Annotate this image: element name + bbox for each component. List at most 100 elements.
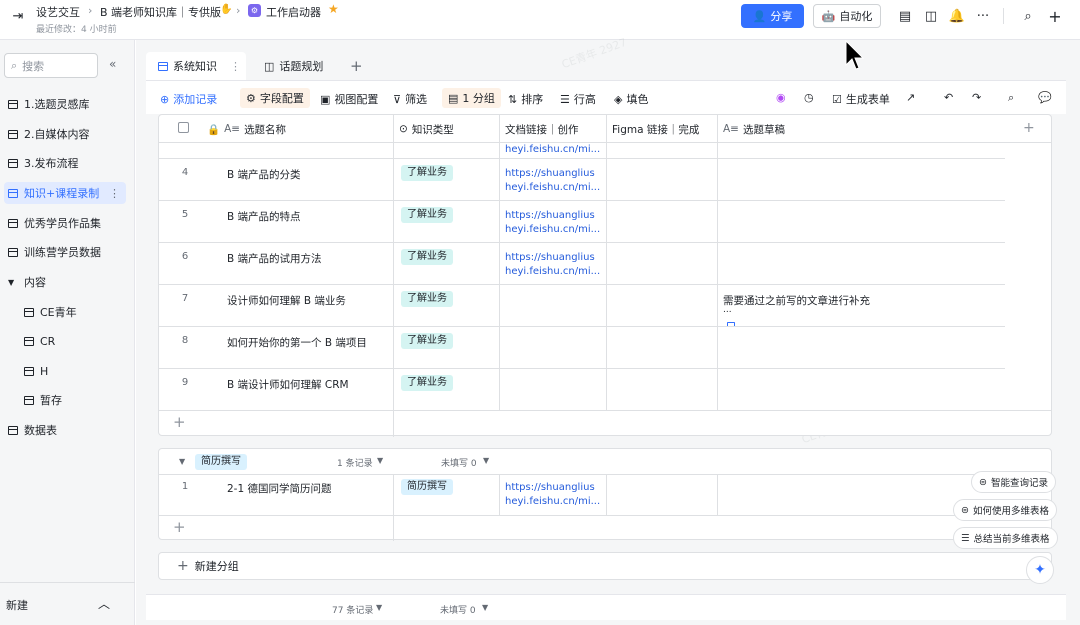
row-divider	[159, 474, 1051, 475]
search-records-icon[interactable]: ⌕	[1008, 91, 1014, 105]
footer-bar: 77 条记录 ▼ 未填写 0 ▼	[146, 594, 1066, 620]
add-view-icon[interactable]: +	[350, 57, 363, 75]
caret-down-icon[interactable]: ▼	[377, 456, 383, 465]
filter-button[interactable]: ⊽ 筛选	[393, 91, 427, 107]
field-config-button[interactable]: ⚙ 字段配置	[240, 88, 310, 108]
select-all-checkbox[interactable]	[178, 122, 189, 133]
ai-icon: ⊜	[961, 504, 969, 516]
title-cell[interactable]: 设计师如何理解 B 端业务	[227, 293, 346, 308]
title-cell[interactable]: B 端产品的特点	[227, 209, 301, 224]
add-row-icon[interactable]: +	[173, 518, 186, 536]
sidebar-item-publish-flow[interactable]: 3.发布流程	[4, 152, 126, 174]
summarize-button[interactable]: ☰ 总结当前多维表格	[953, 527, 1058, 549]
doc-link[interactable]: https://shuanglius	[505, 209, 603, 223]
tab-topic-planning[interactable]: ◫ 话题规划	[258, 52, 336, 80]
tab-system-knowledge[interactable]: 系统知识 ⋮	[146, 52, 246, 80]
how-to-use-button[interactable]: ⊜ 如何使用多维表格	[953, 499, 1057, 521]
title-cell[interactable]: B 端设计师如何理解 CRM	[227, 377, 349, 392]
undo-icon[interactable]: ↶	[944, 91, 953, 104]
more-icon[interactable]: ···	[973, 6, 993, 26]
doc-link[interactable]: heyi.feishu.cn/mi...	[505, 265, 603, 279]
fill-color-button[interactable]: ◈ 填色	[614, 91, 648, 107]
type-tag: 了解业务	[401, 375, 453, 391]
sidebar-item-camp-data[interactable]: 训练营学员数据	[4, 241, 126, 263]
column-header-title[interactable]: 🔒 A≡ 选题名称	[207, 115, 286, 143]
group-button[interactable]: ▤ 1 分组	[442, 88, 501, 108]
title-cell[interactable]: 如何开始你的第一个 B 端项目	[227, 335, 367, 350]
sidebar-item-knowledge[interactable]: 知识+课程录制 ⋮	[4, 182, 126, 204]
add-row-icon[interactable]: +	[173, 413, 186, 431]
caret-down-icon[interactable]: ▼	[376, 603, 382, 612]
sidebar-toggle-icon[interactable]: ⇥	[8, 6, 28, 26]
document-icon[interactable]: ▤	[895, 6, 915, 26]
star-icon[interactable]: ★	[328, 2, 339, 16]
column-header-type[interactable]: ⊙ 知识类型	[399, 115, 454, 143]
more-vertical-icon[interactable]: ⋮	[230, 60, 241, 73]
breadcrumb-workspace[interactable]: 设艺交互	[36, 4, 80, 20]
sidebar-folder-content[interactable]: ▼ 内容	[4, 271, 126, 293]
column-header-draft[interactable]: A≡ 选题草稿	[723, 115, 785, 143]
title-cell[interactable]: B 端产品的试用方法	[227, 251, 322, 266]
ai-assistant-icon[interactable]: ◉	[776, 91, 786, 104]
caret-down-icon[interactable]: ▼	[482, 603, 488, 612]
share-arrow-icon[interactable]: ↗	[906, 91, 915, 104]
new-group-button[interactable]: + 新建分组	[158, 552, 1052, 580]
sidebar-item-temp[interactable]: 暂存	[20, 389, 126, 411]
ai-sparkle-button[interactable]: ✦	[1026, 556, 1054, 584]
sidebar-item-portfolio[interactable]: 优秀学员作品集	[4, 212, 126, 234]
bell-icon[interactable]: 🔔	[947, 6, 967, 26]
text-field-icon: A≡	[224, 123, 241, 135]
view-config-button[interactable]: ▣ 视图配置	[320, 91, 378, 107]
search-input[interactable]: ⌕ 搜索	[4, 53, 98, 78]
sidebar-item-topic-library[interactable]: 1.选题灵感库	[4, 93, 126, 115]
sidebar-item-media-content[interactable]: 2.自媒体内容	[4, 123, 126, 145]
generate-form-button[interactable]: ☑ 生成表单	[832, 91, 890, 107]
smart-query-button[interactable]: ⊜ 智能查询记录	[971, 471, 1056, 493]
breadcrumb-page[interactable]: 工作启动器	[266, 4, 321, 20]
chevron-up-icon[interactable]: ︿	[98, 595, 110, 612]
search-icon[interactable]: ⌕	[1018, 6, 1038, 26]
draft-more: ...	[723, 305, 732, 315]
doc-link[interactable]: heyi.feishu.cn/mi...	[505, 181, 603, 195]
row-divider	[159, 515, 1051, 516]
share-button[interactable]: 👤 分享	[741, 4, 804, 28]
sort-button[interactable]: ⇅ 排序	[508, 91, 543, 107]
generate-form-label: 生成表单	[845, 93, 890, 106]
doc-link[interactable]: https://shuanglius	[505, 481, 603, 495]
add-record-button[interactable]: ⊕ 添加记录	[160, 91, 217, 107]
column-divider	[393, 474, 394, 541]
history-icon[interactable]: ◷	[804, 91, 814, 104]
new-button[interactable]: 新建	[6, 597, 28, 613]
title-cell[interactable]: 2-1 德国同学简历问题	[227, 481, 332, 496]
doc-link[interactable]: heyi.feishu.cn/mi...	[505, 143, 603, 157]
doc-link[interactable]: https://shuanglius	[505, 251, 603, 265]
caret-down-icon[interactable]: ▼	[483, 456, 489, 465]
title-cell[interactable]: B 端产品的分类	[227, 167, 301, 182]
sidebar-item-cr[interactable]: CR	[20, 330, 126, 352]
app-icon: ⚙	[248, 4, 261, 17]
column-header-doc-link[interactable]: 文档链接｜创作	[505, 115, 579, 143]
comment-icon[interactable]: 💬	[1038, 91, 1052, 104]
add-column-icon[interactable]: +	[1023, 120, 1035, 136]
sidebar-item-label: 训练营学员数据	[24, 246, 101, 259]
sidebar-item-ce[interactable]: CE青年	[20, 301, 126, 323]
plus-icon[interactable]: +	[1045, 6, 1065, 26]
row-number: 4	[181, 167, 189, 178]
doc-link[interactable]: heyi.feishu.cn/mi...	[505, 495, 603, 509]
doc-link[interactable]: https://shuanglius	[505, 167, 603, 181]
column-header-figma-link[interactable]: Figma 链接｜完成	[612, 115, 699, 143]
doc-link[interactable]: heyi.feishu.cn/mi...	[505, 223, 603, 237]
sidebar-item-h[interactable]: H	[20, 360, 126, 382]
breadcrumb-base[interactable]: B 端老师知识库｜专供版	[100, 4, 221, 20]
type-tag: 了解业务	[401, 291, 453, 307]
redo-icon[interactable]: ↷	[972, 91, 981, 104]
plugin-icon[interactable]: ◫	[921, 6, 941, 26]
caret-down-icon[interactable]: ▼	[179, 457, 185, 466]
collapse-icon[interactable]: «	[109, 57, 116, 71]
sidebar-item-datatable[interactable]: 数据表	[4, 419, 126, 441]
draft-cell[interactable]: 需要通过之前写的文章进行补充	[723, 293, 870, 308]
more-vertical-icon[interactable]: ⋮	[109, 187, 120, 200]
row-height-button[interactable]: ☰ 行高	[560, 91, 596, 107]
automation-button[interactable]: 🤖 自动化	[813, 4, 881, 28]
row-divider	[159, 242, 1005, 243]
